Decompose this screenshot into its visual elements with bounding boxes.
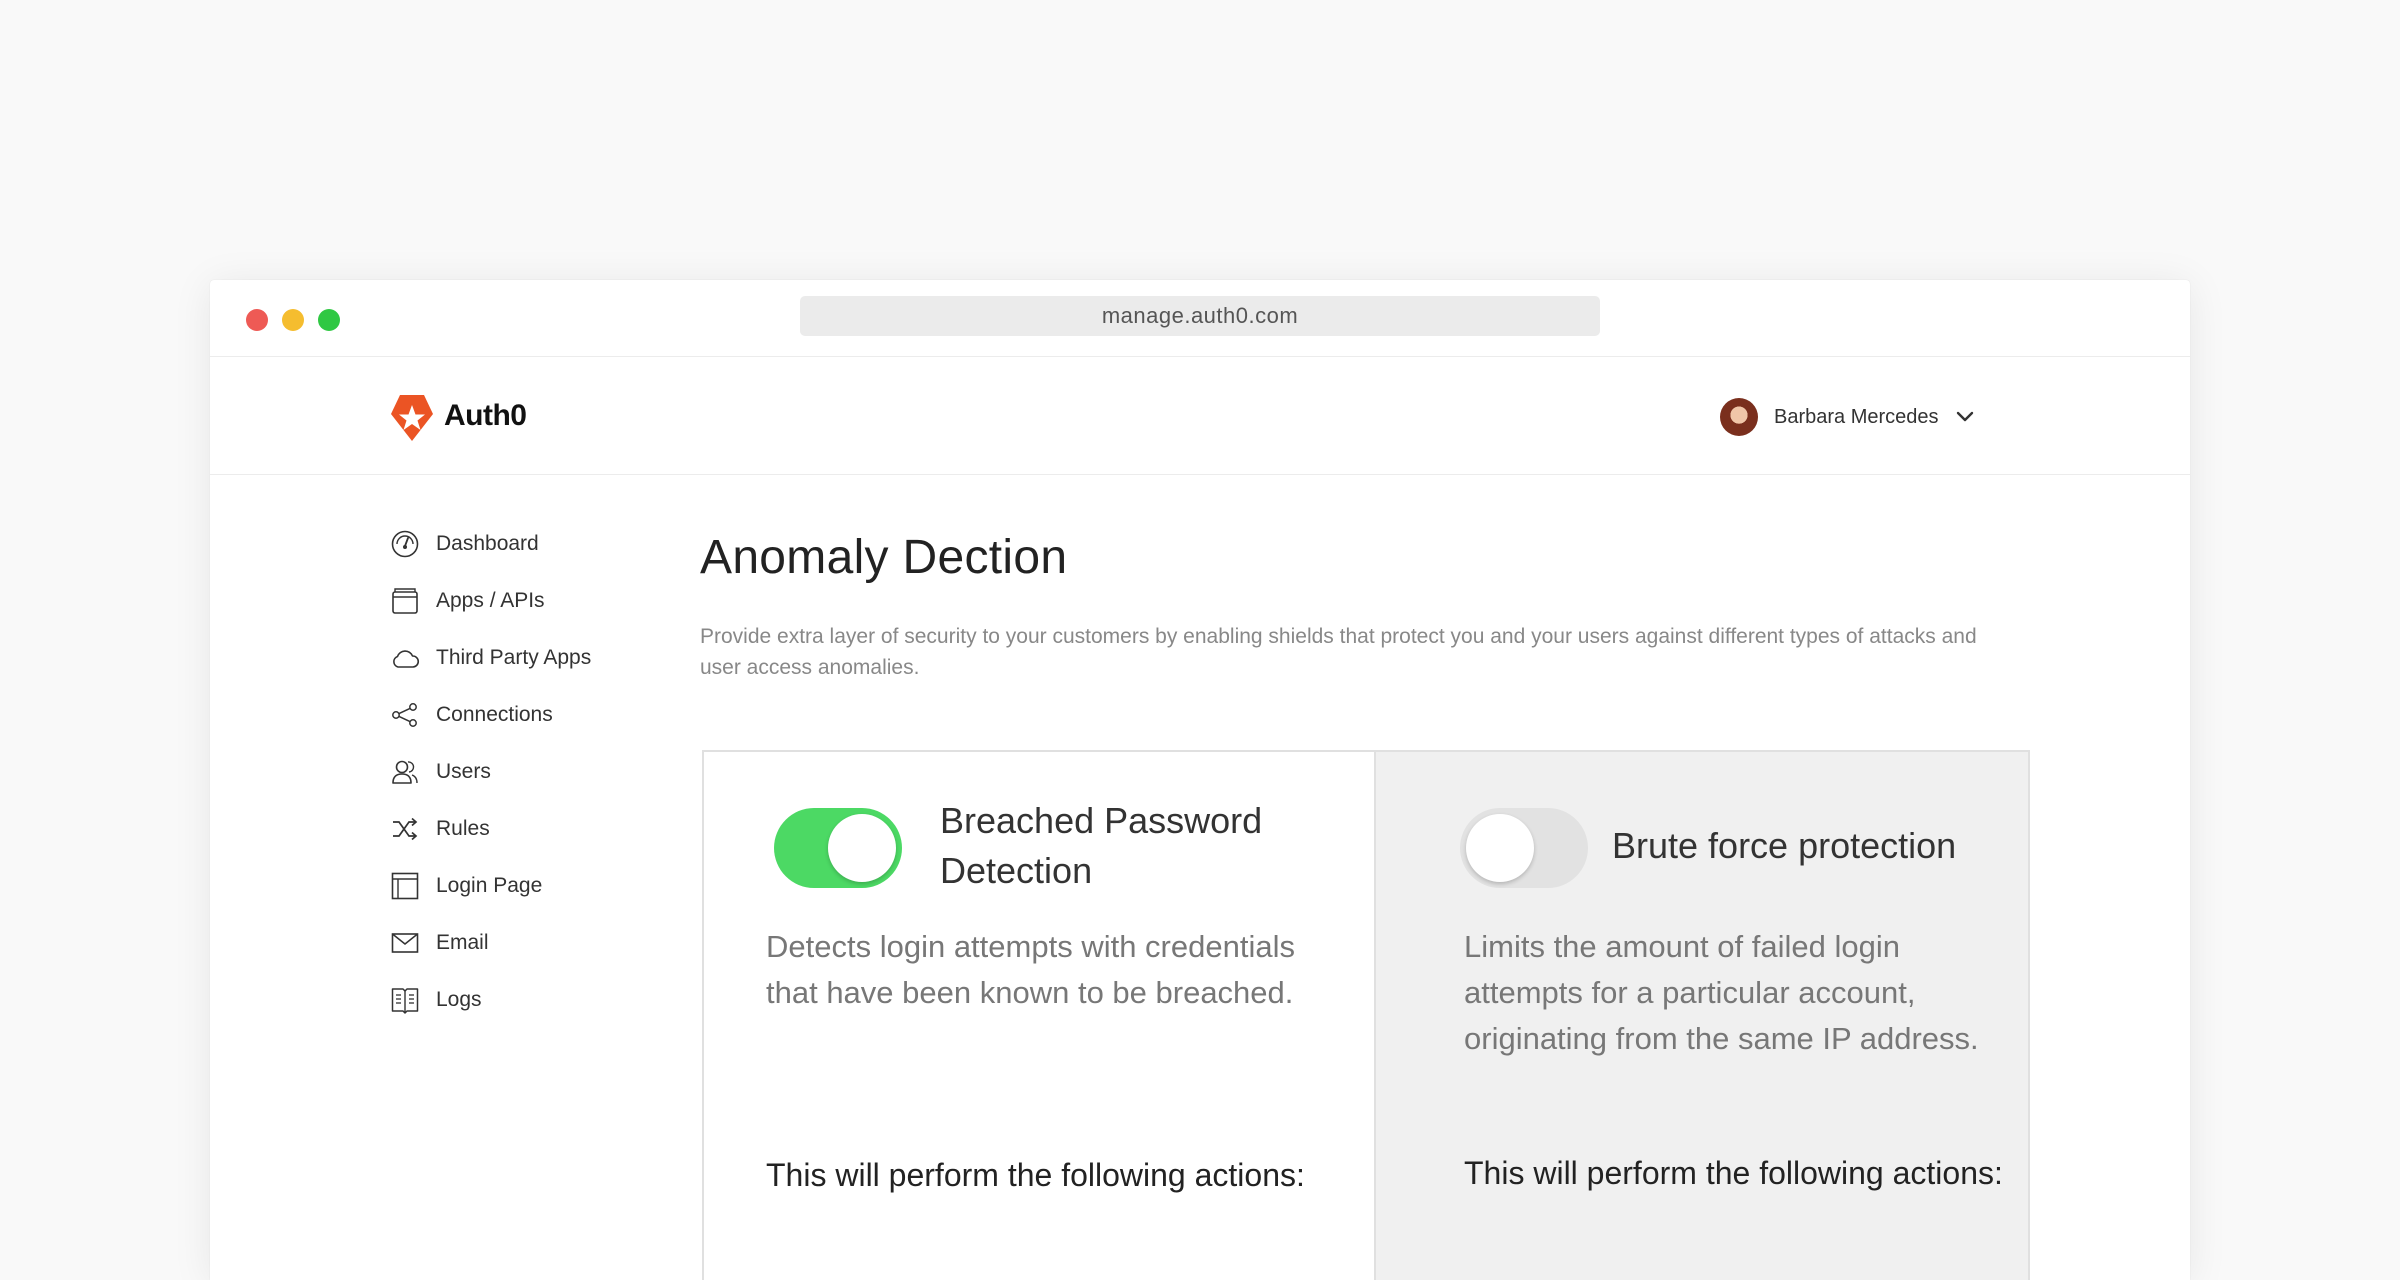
sidebar-item-rules[interactable]: Rules bbox=[390, 800, 650, 857]
minimize-window-button[interactable] bbox=[282, 309, 304, 331]
brute-force-card: Brute force protection Limits the amount… bbox=[1376, 752, 2028, 1280]
book-icon bbox=[391, 987, 419, 1014]
close-window-button[interactable] bbox=[246, 309, 268, 331]
address-bar[interactable]: manage.auth0.com bbox=[800, 296, 1600, 336]
sidebar-item-label: Logs bbox=[436, 987, 482, 1011]
sidebar-item-label: Connections bbox=[436, 702, 553, 726]
browser-window: manage.auth0.com Auth0 Barbara Mercedes … bbox=[210, 280, 2190, 1280]
brute-force-toggle[interactable] bbox=[1460, 808, 1588, 888]
sidebar-item-label: Rules bbox=[436, 816, 490, 840]
sidebar-item-apps-apis[interactable]: Apps / APIs bbox=[390, 572, 650, 629]
breached-password-card: Breached Password Detection Detects logi… bbox=[704, 752, 1376, 1280]
sidebar-item-label: Third Party Apps bbox=[436, 645, 592, 669]
sidebar-item-email[interactable]: Email bbox=[390, 914, 650, 971]
page-description: Provide extra layer of security to your … bbox=[700, 625, 1977, 679]
card-description: Detects login attempts with credentials … bbox=[766, 929, 1295, 1010]
layout-icon bbox=[391, 872, 419, 899]
browser-titlebar: manage.auth0.com bbox=[210, 280, 2190, 357]
app-header: Auth0 Barbara Mercedes bbox=[210, 357, 2190, 475]
connections-icon bbox=[392, 702, 417, 727]
sidebar-item-label: Users bbox=[436, 759, 491, 783]
user-name: Barbara Mercedes bbox=[1774, 405, 1939, 428]
apps-icon bbox=[392, 587, 418, 614]
maximize-window-button[interactable] bbox=[318, 309, 340, 331]
card-actions-label: This will perform the following actions: bbox=[766, 1157, 1305, 1193]
sidebar-item-label: Dashboard bbox=[436, 531, 539, 555]
card-title: Breached Password Detection bbox=[940, 800, 1263, 891]
cloud-icon bbox=[393, 649, 420, 668]
page-title: Anomaly Dection bbox=[700, 531, 1068, 584]
main-content: Anomaly Dection Provide extra layer of s… bbox=[700, 530, 2030, 683]
sidebar-item-label: Apps / APIs bbox=[436, 588, 545, 612]
shield-cards: Breached Password Detection Detects logi… bbox=[702, 750, 2030, 1280]
card-actions-label: This will perform the following actions: bbox=[1464, 1155, 2003, 1191]
avatar bbox=[1720, 398, 1758, 436]
sidebar-item-dashboard[interactable]: Dashboard bbox=[390, 515, 650, 572]
sidebar-item-logs[interactable]: Logs bbox=[390, 971, 650, 1028]
shuffle-icon bbox=[393, 817, 418, 840]
card-title: Brute force protection bbox=[1612, 825, 1957, 866]
users-icon bbox=[392, 760, 418, 784]
sidebar-item-login-page[interactable]: Login Page bbox=[390, 857, 650, 914]
sidebar-item-users[interactable]: Users bbox=[390, 743, 650, 800]
sidebar-item-label: Login Page bbox=[436, 873, 543, 897]
sidebar: Dashboard Apps / APIs Third Party Apps C… bbox=[390, 515, 650, 1028]
envelope-icon bbox=[391, 932, 419, 953]
breached-password-toggle[interactable] bbox=[774, 808, 902, 888]
chevron-down-icon bbox=[1956, 411, 1973, 422]
user-menu[interactable]: Barbara Mercedes bbox=[1720, 398, 1977, 436]
dashboard-icon bbox=[391, 530, 419, 557]
toggle-knob bbox=[828, 814, 896, 882]
sidebar-item-connections[interactable]: Connections bbox=[390, 686, 650, 743]
brand-name[interactable]: Auth0 bbox=[444, 399, 527, 433]
card-description: Limits the amount of failed login attemp… bbox=[1464, 929, 1979, 1056]
toggle-knob bbox=[1466, 814, 1534, 882]
auth0-logo-icon[interactable] bbox=[390, 394, 434, 442]
sidebar-item-label: Email bbox=[436, 930, 489, 954]
sidebar-item-third-party-apps[interactable]: Third Party Apps bbox=[390, 629, 650, 686]
